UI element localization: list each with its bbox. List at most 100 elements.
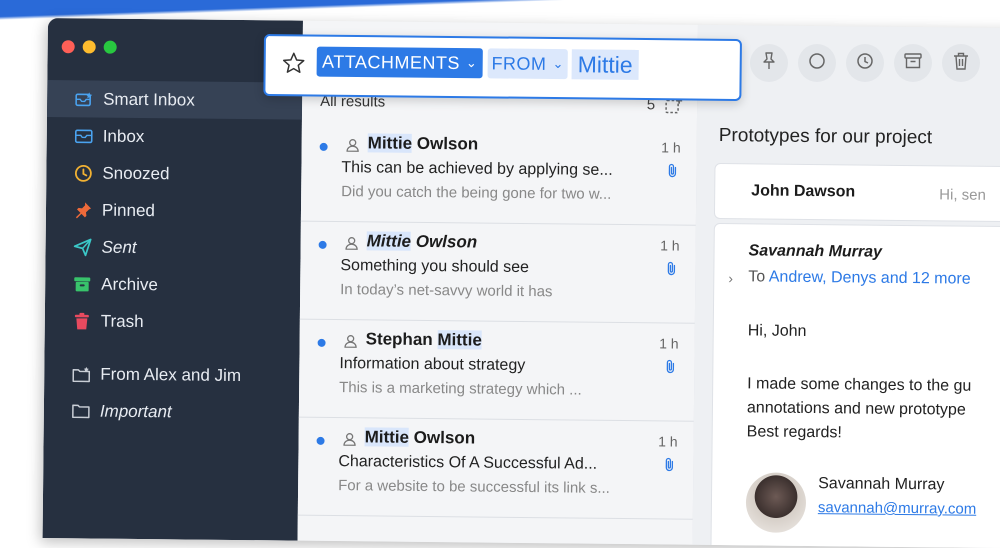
body-line: annotations and new prototype bbox=[746, 399, 966, 419]
chevron-right-icon[interactable]: › bbox=[728, 270, 733, 286]
message-greeting: Hi, John bbox=[747, 322, 807, 340]
sidebar-item-archive[interactable]: Archive bbox=[45, 265, 300, 305]
sidebar-item-label: Important bbox=[99, 401, 172, 421]
signature-name: Savannah Murray bbox=[818, 475, 945, 494]
message-body: I made some changes to the gu annotation… bbox=[747, 372, 972, 446]
body-line: Best regards! bbox=[746, 423, 842, 442]
list-item[interactable]: Mittie Owlson 1 h Characteristics Of A S… bbox=[297, 416, 694, 520]
sender-highlight: Mittie bbox=[364, 427, 410, 447]
message-preview: In today’s net-savvy world it has bbox=[340, 281, 553, 301]
unread-dot bbox=[318, 240, 327, 249]
clock-icon bbox=[74, 164, 92, 182]
sidebar-item-label: Pinned bbox=[101, 200, 156, 220]
sidebar: Smart Inbox Inbox Snoozed Pinned Sent Ar… bbox=[42, 18, 303, 541]
smart-folder-icon bbox=[72, 365, 91, 383]
trash-icon bbox=[953, 52, 969, 75]
attachment-icon bbox=[666, 162, 678, 183]
sender-highlight: Mittie bbox=[367, 133, 413, 153]
sidebar-item-label: From Alex and Jim bbox=[100, 364, 242, 385]
recipients-list[interactable]: Andrew, Denys and 12 more bbox=[769, 269, 971, 288]
chevron-down-icon: ⌄ bbox=[465, 55, 478, 71]
attachment-icon bbox=[664, 358, 676, 379]
unread-dot bbox=[319, 142, 328, 151]
to-label: To bbox=[748, 268, 769, 286]
snooze-button[interactable] bbox=[846, 44, 884, 82]
message-preview: Hi, sen bbox=[939, 186, 986, 204]
sidebar-item-label: Inbox bbox=[102, 126, 145, 146]
list-item[interactable]: Stephan Mittie 1 h Information about str… bbox=[298, 318, 695, 422]
folder-icon bbox=[72, 402, 90, 420]
sidebar-item-pinned[interactable]: Pinned bbox=[46, 191, 301, 231]
sidebar-item-label: Snoozed bbox=[102, 163, 170, 183]
sender-highlight: Mittie bbox=[437, 330, 482, 350]
list-item[interactable]: Mittie Owlson 1 h Something you should s… bbox=[299, 220, 696, 324]
message-preview: This is a marketing strategy which ... bbox=[339, 379, 582, 399]
chevron-down-icon: ⌄ bbox=[552, 56, 564, 72]
minimize-window-button[interactable] bbox=[82, 40, 96, 54]
reading-pane: Prototypes for our project John Dawson H… bbox=[692, 24, 1000, 548]
message-preview: For a website to be successful its link … bbox=[338, 477, 610, 497]
attachments-filter-chip[interactable]: ATTACHMENTS ⌄ bbox=[316, 46, 483, 79]
message-subject: Something you should see bbox=[340, 257, 530, 277]
close-window-button[interactable] bbox=[61, 40, 75, 54]
archive-button[interactable] bbox=[894, 44, 932, 82]
chip-label: ATTACHMENTS bbox=[321, 51, 461, 73]
sidebar-item-important[interactable]: Important bbox=[44, 392, 299, 432]
archive-icon bbox=[73, 275, 91, 293]
message-time: 1 h bbox=[660, 237, 680, 254]
sidebar-item-label: Smart Inbox bbox=[103, 89, 195, 110]
sender-rest: Owlson bbox=[411, 133, 479, 154]
list-item[interactable]: Mittie Owlson 1 h This can be achieved b… bbox=[300, 122, 697, 226]
message-sender: Stephan Mittie bbox=[366, 329, 482, 350]
message-sender: John Dawson bbox=[751, 182, 856, 201]
sender-highlight: Mittie bbox=[366, 231, 412, 251]
sidebar-item-snoozed[interactable]: Snoozed bbox=[46, 154, 301, 194]
expanded-message-card: Savannah Murray › To Andrew, Denys and 1… bbox=[710, 222, 1000, 548]
sidebar-item-label: Archive bbox=[101, 274, 159, 294]
chip-label: FROM bbox=[491, 52, 547, 74]
smart-inbox-icon bbox=[75, 90, 93, 108]
pin-button[interactable] bbox=[750, 44, 788, 82]
message-sender: Mittie Owlson bbox=[367, 133, 479, 154]
sidebar-nav: Smart Inbox Inbox Snoozed Pinned Sent Ar… bbox=[44, 79, 303, 432]
zoom-window-button[interactable] bbox=[103, 40, 117, 54]
sidebar-item-trash[interactable]: Trash bbox=[45, 302, 300, 342]
circle-icon bbox=[808, 52, 826, 75]
sender-rest: Owlson bbox=[408, 427, 476, 448]
person-icon bbox=[345, 236, 359, 255]
message-subject: Information about strategy bbox=[339, 355, 526, 375]
trash-icon bbox=[73, 312, 91, 330]
search-bar[interactable]: ATTACHMENTS ⌄ FROM ⌄ Mittie bbox=[263, 34, 742, 102]
sender-rest: Stephan bbox=[365, 329, 438, 350]
mark-done-button[interactable] bbox=[798, 44, 836, 82]
body-line: I made some changes to the gu bbox=[747, 375, 972, 395]
star-icon[interactable] bbox=[282, 51, 306, 80]
message-subject: Characteristics Of A Successful Ad... bbox=[338, 453, 598, 473]
person-icon bbox=[346, 138, 360, 157]
clock-icon bbox=[856, 52, 874, 75]
from-filter-chip[interactable]: FROM ⌄ bbox=[487, 48, 568, 80]
pin-icon bbox=[761, 51, 777, 75]
window-controls bbox=[61, 40, 117, 54]
attachment-icon bbox=[665, 260, 677, 281]
search-query-token[interactable]: Mittie bbox=[571, 49, 639, 80]
signature-email-link[interactable]: savannah@murray.com bbox=[818, 499, 977, 518]
sidebar-item-inbox[interactable]: Inbox bbox=[47, 117, 302, 157]
attachment-icon bbox=[663, 456, 675, 477]
message-sender: Mittie Owlson bbox=[364, 427, 476, 448]
message-time: 1 h bbox=[659, 335, 679, 352]
inbox-icon bbox=[74, 127, 93, 145]
archive-icon bbox=[904, 52, 922, 74]
recipients-line[interactable]: To Andrew, Denys and 12 more bbox=[748, 268, 971, 288]
collapsed-message-card[interactable]: John Dawson Hi, sen bbox=[713, 162, 1000, 223]
message-sender: Savannah Murray bbox=[748, 242, 883, 261]
sender-rest: Owlson bbox=[410, 231, 478, 252]
sidebar-item-label: Trash bbox=[100, 311, 144, 331]
message-time: 1 h bbox=[661, 139, 681, 156]
sidebar-item-sent[interactable]: Sent bbox=[45, 228, 300, 268]
trash-button[interactable] bbox=[942, 44, 980, 82]
sidebar-item-label: Sent bbox=[101, 237, 137, 257]
thread-title: Prototypes for our project bbox=[718, 125, 933, 149]
sidebar-item-from-alex-and-jim[interactable]: From Alex and Jim bbox=[44, 355, 299, 395]
message-subject: This can be achieved by applying se... bbox=[341, 159, 613, 179]
